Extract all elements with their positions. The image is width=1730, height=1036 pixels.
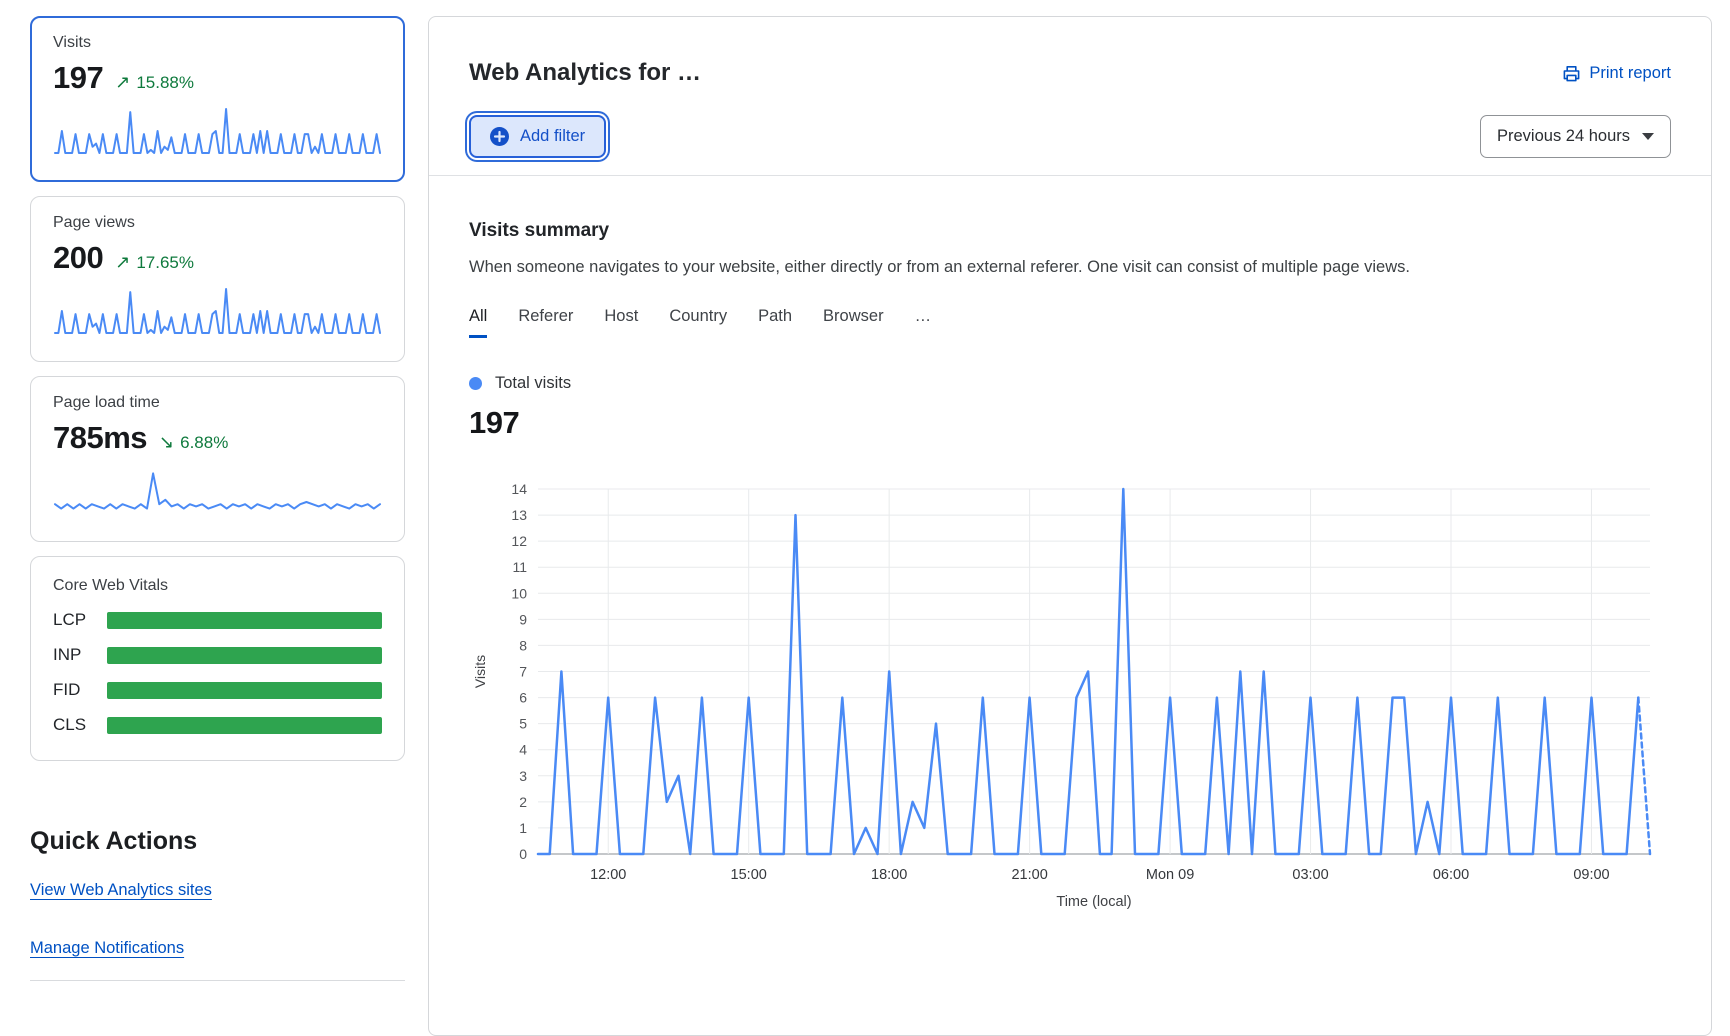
plus-circle-icon xyxy=(490,127,509,146)
tab-host[interactable]: Host xyxy=(604,307,638,338)
cwv-row-cls: CLS xyxy=(53,715,382,735)
cwv-row-lcp: LCP xyxy=(53,610,382,630)
link-view-web-analytics-sites[interactable]: View Web Analytics sites xyxy=(30,881,212,900)
add-filter-label: Add filter xyxy=(520,127,585,146)
main-panel: Web Analytics for … Print report Add fil… xyxy=(428,16,1712,1036)
page-views-sparkline xyxy=(53,284,382,336)
cwv-row-inp: INP xyxy=(53,645,382,665)
print-report-label: Print report xyxy=(1589,64,1671,83)
time-range-dropdown[interactable]: Previous 24 hours xyxy=(1480,115,1671,158)
svg-text:8: 8 xyxy=(519,637,527,653)
cwv-row-fid: FID xyxy=(53,680,382,700)
add-filter-button[interactable]: Add filter xyxy=(469,115,606,158)
cwv-label: INP xyxy=(53,645,107,665)
total-visits-value: 197 xyxy=(469,405,1671,441)
tab-referer[interactable]: Referer xyxy=(518,307,573,338)
svg-text:4: 4 xyxy=(519,742,527,758)
legend-label: Total visits xyxy=(495,374,571,393)
stat-card-trend: ↗ 17.65% xyxy=(115,252,194,273)
svg-text:18:00: 18:00 xyxy=(871,867,907,883)
tab-country[interactable]: Country xyxy=(669,307,727,338)
time-range-value: Previous 24 hours xyxy=(1497,127,1630,146)
trend-percent: 15.88% xyxy=(136,73,194,93)
sidebar: Visits 197 ↗ 15.88% Page views 200 ↗ 17.… xyxy=(30,16,405,981)
quick-actions-title: Quick Actions xyxy=(30,827,405,856)
visits-sparkline xyxy=(53,104,382,156)
core-web-vitals-card[interactable]: Core Web Vitals LCP INP FID CLS xyxy=(30,556,405,761)
cwv-bar-good xyxy=(107,647,382,664)
svg-text:10: 10 xyxy=(511,585,527,601)
svg-text:5: 5 xyxy=(519,716,527,732)
svg-text:9: 9 xyxy=(519,611,527,627)
stat-card-title: Page views xyxy=(53,214,382,232)
summary-title: Visits summary xyxy=(469,220,1671,242)
cwv-label: LCP xyxy=(53,610,107,630)
stat-card-trend: ↘ 6.88% xyxy=(159,432,228,453)
stat-card-title: Page load time xyxy=(53,394,382,412)
svg-text:2: 2 xyxy=(519,794,527,810)
trend-percent: 6.88% xyxy=(180,433,228,453)
legend-dot-icon xyxy=(469,377,482,390)
page-load-sparkline xyxy=(53,464,382,516)
trend-up-icon: ↗ xyxy=(115,72,130,93)
stat-card-page-load-time[interactable]: Page load time 785ms ↘ 6.88% xyxy=(30,376,405,542)
cwv-bar-good xyxy=(107,682,382,699)
header-divider xyxy=(429,175,1711,176)
svg-text:0: 0 xyxy=(519,846,527,862)
svg-text:03:00: 03:00 xyxy=(1292,867,1328,883)
tab-path[interactable]: Path xyxy=(758,307,792,338)
svg-text:6: 6 xyxy=(519,690,527,706)
svg-text:Mon 09: Mon 09 xyxy=(1146,867,1194,883)
svg-text:09:00: 09:00 xyxy=(1573,867,1609,883)
svg-text:11: 11 xyxy=(512,559,527,575)
trend-percent: 17.65% xyxy=(136,253,194,273)
stat-card-title: Visits xyxy=(53,34,382,52)
svg-text:21:00: 21:00 xyxy=(1011,867,1047,883)
svg-text:7: 7 xyxy=(519,664,527,680)
print-report-link[interactable]: Print report xyxy=(1562,64,1671,83)
svg-text:3: 3 xyxy=(519,768,527,784)
line-chart-canvas: 0123456789101112131412:0015:0018:0021:00… xyxy=(469,481,1676,913)
stat-card-page-views[interactable]: Page views 200 ↗ 17.65% xyxy=(30,196,405,362)
tab-all[interactable]: All xyxy=(469,307,487,338)
stat-card-value: 200 xyxy=(53,240,103,276)
printer-icon xyxy=(1562,64,1581,83)
svg-text:06:00: 06:00 xyxy=(1433,867,1469,883)
svg-text:12: 12 xyxy=(511,533,527,549)
visits-chart: 0123456789101112131412:0015:0018:0021:00… xyxy=(469,481,1671,913)
page-title: Web Analytics for … xyxy=(469,59,701,87)
svg-text:Time (local): Time (local) xyxy=(1056,894,1131,910)
chevron-down-icon xyxy=(1642,133,1654,140)
svg-text:1: 1 xyxy=(519,820,527,836)
sidebar-divider xyxy=(30,980,405,981)
core-web-vitals-title: Core Web Vitals xyxy=(53,577,382,595)
stat-card-value: 197 xyxy=(53,60,103,96)
trend-up-icon: ↗ xyxy=(115,252,130,273)
tab-browser[interactable]: Browser xyxy=(823,307,884,338)
trend-down-icon: ↘ xyxy=(159,432,174,453)
summary-tabs: All Referer Host Country Path Browser … xyxy=(469,307,1671,338)
svg-text:15:00: 15:00 xyxy=(731,867,767,883)
cwv-bar-good xyxy=(107,717,382,734)
stat-card-trend: ↗ 15.88% xyxy=(115,72,194,93)
cwv-label: FID xyxy=(53,680,107,700)
chart-legend: Total visits xyxy=(469,374,1671,393)
tab-more-ellipsis[interactable]: … xyxy=(915,307,932,338)
cwv-label: CLS xyxy=(53,715,107,735)
summary-description: When someone navigates to your website, … xyxy=(469,258,1671,277)
svg-text:13: 13 xyxy=(511,507,527,523)
visits-summary-section: Visits summary When someone navigates to… xyxy=(429,220,1711,913)
svg-text:Visits: Visits xyxy=(472,655,488,688)
svg-text:12:00: 12:00 xyxy=(590,867,626,883)
stat-card-value: 785ms xyxy=(53,420,147,456)
svg-text:14: 14 xyxy=(511,481,527,497)
stat-card-visits[interactable]: Visits 197 ↗ 15.88% xyxy=(30,16,405,182)
cwv-bar-good xyxy=(107,612,382,629)
link-manage-notifications[interactable]: Manage Notifications xyxy=(30,939,184,958)
